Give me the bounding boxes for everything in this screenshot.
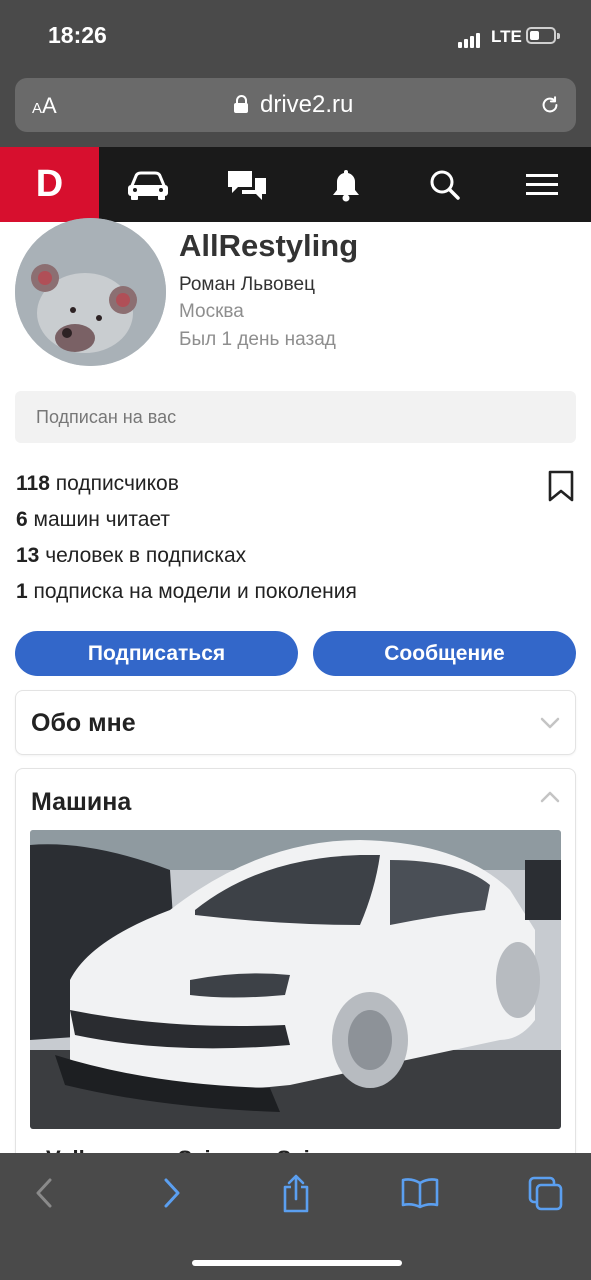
car-title: Машина <box>31 788 132 816</box>
home-indicator <box>192 1260 402 1266</box>
bell-icon[interactable] <box>324 165 368 205</box>
stat-label: человек в подписках <box>45 544 247 567</box>
network-type: LTE <box>491 27 522 46</box>
subscribe-button[interactable]: Подписаться <box>15 631 298 676</box>
stat-people-following[interactable]: 13 человек в подписках <box>16 544 246 568</box>
avatar[interactable] <box>15 218 166 366</box>
stat-count: 1 <box>16 580 28 603</box>
back-icon[interactable] <box>24 1173 64 1213</box>
profile-nickname: AllRestyling <box>179 228 359 263</box>
browser-chrome: AA drive2.ru <box>0 76 591 147</box>
bookmarks-icon[interactable] <box>400 1173 440 1213</box>
chevron-down-icon[interactable] <box>540 717 560 729</box>
stat-label: подписка на модели и поколения <box>33 580 357 603</box>
drive2-logo[interactable]: D <box>0 147 99 222</box>
tabs-icon[interactable] <box>525 1173 565 1213</box>
stat-label: подписчиков <box>55 472 179 495</box>
search-icon[interactable] <box>423 165 467 205</box>
profile-last-seen: Был 1 день назад <box>179 329 336 350</box>
stat-count: 13 <box>16 544 40 567</box>
stat-count: 118 <box>16 472 50 495</box>
battery-icon <box>526 27 560 44</box>
stat-count: 6 <box>16 508 28 531</box>
signal-icon <box>458 30 482 48</box>
text-size-button[interactable]: AA <box>32 93 57 119</box>
stat-model-subscriptions[interactable]: 1 подписка на модели и поколения <box>16 580 357 604</box>
message-button[interactable]: Сообщение <box>313 631 576 676</box>
bookmark-icon[interactable] <box>547 470 575 502</box>
car-icon[interactable] <box>126 165 170 205</box>
status-bar: 18:26 LTE <box>0 0 591 76</box>
status-time: 18:26 <box>48 22 107 48</box>
share-icon[interactable] <box>276 1173 316 1213</box>
address-bar[interactable]: AA drive2.ru <box>15 78 576 132</box>
chevron-up-icon[interactable] <box>540 791 560 803</box>
forward-icon[interactable] <box>152 1173 192 1213</box>
subscribed-note: Подписан на вас <box>15 391 576 443</box>
site-nav: D <box>0 147 591 222</box>
about-section[interactable]: Обо мне <box>15 690 576 755</box>
about-title: Обо мне <box>31 709 136 737</box>
chat-icon[interactable] <box>225 165 269 205</box>
url-domain[interactable]: drive2.ru <box>260 91 353 119</box>
car-photo[interactable] <box>30 830 561 1129</box>
profile-city[interactable]: Москва <box>179 301 244 323</box>
stat-cars-following[interactable]: 6 машин читает <box>16 508 170 532</box>
lock-icon <box>234 95 248 113</box>
reload-icon[interactable] <box>539 94 561 116</box>
stat-label: машин читает <box>33 508 170 531</box>
stat-followers[interactable]: 118 подписчиков <box>16 472 179 496</box>
subscribed-note-text: Подписан на вас <box>36 407 177 427</box>
menu-icon[interactable] <box>520 165 564 205</box>
profile-real-name: Роман Львовец <box>179 274 315 295</box>
